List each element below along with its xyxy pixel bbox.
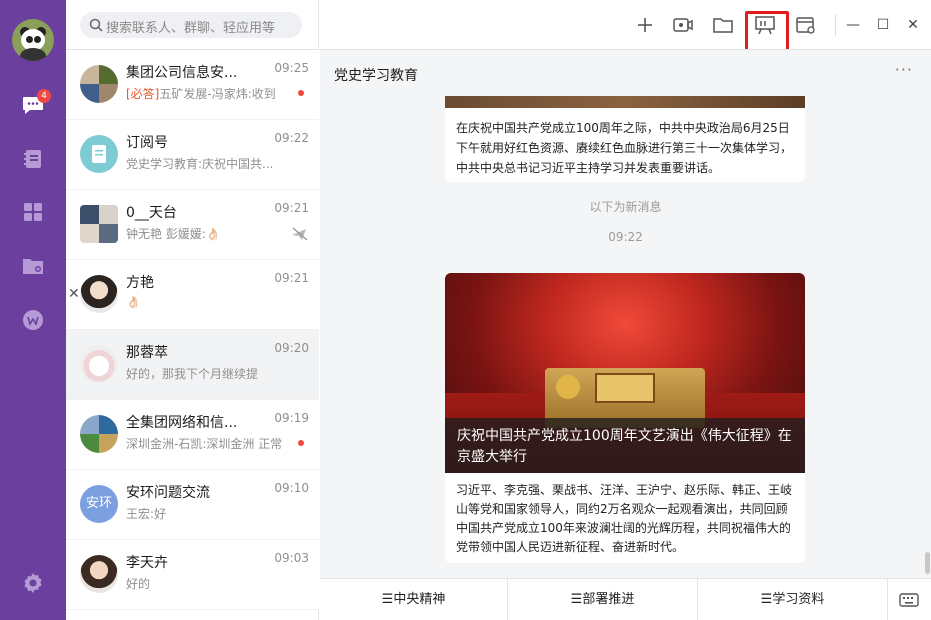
conversation-preview: 王宏:好	[126, 507, 167, 521]
article-summary: 习近平、李克强、栗战书、汪洋、王沪宁、赵乐际、韩正、王岐山等党和国家领导人，同约…	[456, 483, 793, 554]
chat-title: 党史学习教育	[334, 68, 418, 84]
scrollbar[interactable]	[925, 552, 930, 574]
preview-text: 五矿发展-冯家炜:收到	[159, 87, 276, 101]
toolbar-divider	[835, 14, 836, 36]
subscription-avatar	[80, 135, 118, 173]
conversation-preview: 好的	[126, 577, 151, 591]
unread-badge: 4	[37, 89, 51, 103]
conversation-name: 订阅号	[126, 135, 168, 151]
article-image	[445, 96, 805, 108]
group-avatar	[80, 205, 118, 243]
maximize-icon[interactable]: ☐	[872, 14, 894, 36]
conversation-name: 0__天台	[126, 205, 177, 221]
minimize-icon[interactable]: —	[842, 14, 864, 36]
group-avatar	[80, 65, 118, 103]
conversation-preview: 党史学习教育:庆祝中国共...	[126, 157, 274, 171]
conversation-item[interactable]: 0__天台 09:21 钟无艳 彭媛媛:👌🏻	[66, 190, 319, 260]
apps-grid-icon[interactable]	[21, 200, 45, 224]
mute-icon	[292, 227, 308, 241]
w-app-icon[interactable]	[21, 308, 45, 332]
required-tag: [必答]	[126, 87, 160, 101]
avatar-text: 安环	[85, 496, 112, 511]
conversation-time: 09:19	[274, 411, 309, 425]
conversation-item[interactable]: 全集团网络和信... 09:19 深圳金洲-石凯:深圳金洲 正常	[66, 400, 319, 470]
conversation-time: 09:20	[274, 341, 309, 355]
document-icon	[92, 145, 106, 163]
settings-gear-icon[interactable]	[21, 571, 45, 595]
calendar-settings-icon[interactable]	[795, 14, 817, 36]
conversation-item[interactable]: 方艳 09:21 👌🏻	[66, 260, 319, 330]
chat-area: 在庆祝中国共产党成立100周年之际，中共中央政治局6月25日下午就用好红色资源、…	[320, 50, 931, 578]
article-title: 庆祝中国共产党成立100周年文艺演出《伟大征程》在京盛大举行	[457, 428, 792, 465]
menu-learning-materials[interactable]: ☰学习资料	[698, 579, 888, 620]
menu-central-spirit[interactable]: ☰中央精神	[320, 579, 508, 620]
conversation-item[interactable]: 集团公司信息安... 09:25 [必答]五矿发展-冯家炜:收到	[66, 50, 319, 120]
contact-avatar	[80, 275, 118, 313]
conversation-time: 09:21	[274, 271, 309, 285]
conversation-time: 09:10	[274, 481, 309, 495]
conversation-preview: 好的，那我下个月继续提	[126, 367, 259, 381]
conversation-preview: 深圳金洲-石凯:深圳金洲 正常	[126, 437, 283, 451]
search-placeholder: 搜索联系人、群聊、轻应用等	[106, 21, 276, 36]
search-input[interactable]: 搜索联系人、群聊、轻应用等	[80, 12, 302, 38]
menu-deployment[interactable]: ☰部署推进	[508, 579, 698, 620]
conversation-time: 09:22	[274, 131, 309, 145]
highlight-box	[745, 11, 789, 52]
conversation-item[interactable]: 订阅号 09:22 党史学习教育:庆祝中国共...	[66, 120, 319, 190]
conversation-preview: 👌🏻	[126, 295, 141, 309]
conversation-name: 李天卉	[126, 555, 168, 571]
contact-avatar	[80, 555, 118, 593]
conversation-time: 09:21	[274, 201, 309, 215]
conversation-time: 09:03	[274, 551, 309, 565]
conversation-name: 安环问题交流	[126, 485, 210, 501]
video-meeting-icon[interactable]	[672, 14, 694, 36]
conversation-preview: [必答]五矿发展-冯家炜:收到	[126, 85, 276, 102]
close-window-icon[interactable]: ✕	[902, 14, 924, 36]
conversation-list-panel: 搜索联系人、群聊、轻应用等 集团公司信息安... 09:25 [必答]五矿发展-…	[66, 0, 319, 620]
conversation-item[interactable]: 安环 安环问题交流 09:10 王宏:好	[66, 470, 319, 540]
party-emblem-icon	[556, 375, 580, 399]
left-nav: 4	[0, 0, 66, 620]
folder-icon[interactable]	[712, 14, 734, 36]
bottom-menu-bar: ☰中央精神 ☰部署推进 ☰学习资料	[320, 578, 931, 620]
keyboard-icon[interactable]	[898, 589, 920, 611]
contacts-book-icon[interactable]	[21, 147, 45, 171]
user-avatar[interactable]	[12, 19, 54, 61]
chat-header: 党史学习教育 ···	[320, 50, 931, 96]
group-avatar	[80, 415, 118, 453]
add-icon[interactable]	[634, 14, 656, 36]
conversation-name: 方艳	[126, 275, 154, 291]
contact-avatar	[80, 345, 118, 383]
conversation-name: 那蓉萃	[126, 345, 168, 361]
article-card[interactable]: 在庆祝中国共产党成立100周年之际，中共中央政治局6月25日下午就用好红色资源、…	[445, 96, 805, 182]
conversation-time: 09:25	[274, 61, 309, 75]
conversation-item[interactable]: 那蓉萃 09:20 好的，那我下个月继续提	[66, 330, 319, 400]
more-options-icon[interactable]: ···	[895, 60, 913, 79]
new-messages-divider: 以下为新消息	[589, 200, 662, 214]
conversation-name: 集团公司信息安...	[126, 65, 238, 81]
article-summary: 在庆祝中国共产党成立100周年之际，中共中央政治局6月25日下午就用好红色资源、…	[456, 121, 793, 175]
close-icon[interactable]: ✕	[68, 286, 80, 302]
message-time: 09:22	[608, 230, 643, 244]
folder-icon[interactable]	[21, 254, 45, 278]
unread-dot	[298, 90, 304, 96]
article-image: 庆祝中国共产党成立100周年文艺演出《伟大征程》在京盛大举行	[445, 273, 805, 473]
conversation-preview: 钟无艳 彭媛媛:👌🏻	[126, 227, 221, 241]
unread-dot	[298, 440, 304, 446]
article-card[interactable]: 庆祝中国共产党成立100周年文艺演出《伟大征程》在京盛大举行 习近平、李克强、栗…	[445, 273, 805, 563]
search-icon	[89, 18, 103, 32]
text-avatar: 安环	[80, 485, 118, 523]
conversation-name: 全集团网络和信...	[126, 415, 238, 431]
conversation-item[interactable]: 李天卉 09:03 好的	[66, 540, 319, 610]
